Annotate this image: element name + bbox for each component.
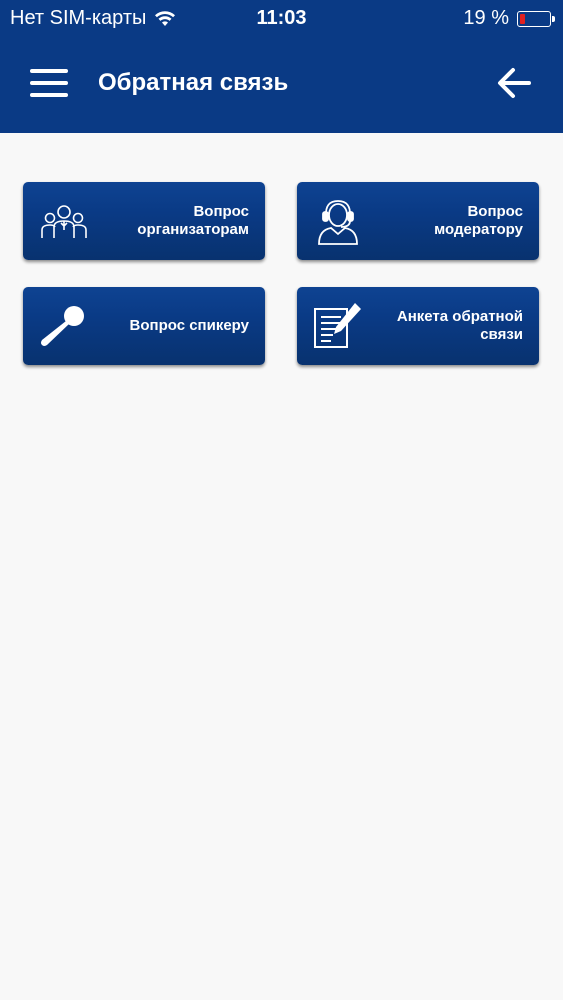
tile-label: Вопрос организаторам [89,182,249,260]
speaker-question-button[interactable]: Вопрос спикеру [23,287,265,365]
tile-label: Вопрос модератору [363,182,523,260]
navigation-bar: Обратная связь [0,36,563,133]
battery-percent: 19 % [463,7,509,29]
hamburger-menu-icon[interactable] [30,69,68,97]
tile-label: Анкета обратной связи [363,287,523,365]
app-header: Нет SIM-карты 11:03 19 % Обратная связь [0,0,563,133]
battery-status: 19 % [463,7,555,30]
status-bar: Нет SIM-карты 11:03 19 % [0,0,563,36]
microphone-icon [41,306,84,346]
headset-operator-icon [318,200,358,245]
tile-label-text: Вопрос модератору [434,203,523,238]
tile-label-text: Анкета обратной связи [396,308,523,343]
feedback-form-button[interactable]: Анкета обратной связи [297,287,539,365]
arrow-left-icon[interactable] [497,66,531,100]
page-title: Обратная связь [98,69,289,96]
tile-label: Вопрос спикеру [89,287,249,365]
battery-level [520,13,525,24]
organizers-question-button[interactable]: Вопрос организаторам [23,182,265,260]
people-group-icon [41,205,87,238]
tile-label-text: Вопрос организаторам [137,203,249,238]
moderator-question-button[interactable]: Вопрос модератору [297,182,539,260]
tile-label-text: Вопрос спикеру [129,317,249,334]
form-edit-icon [314,303,361,348]
battery-icon [517,10,555,27]
